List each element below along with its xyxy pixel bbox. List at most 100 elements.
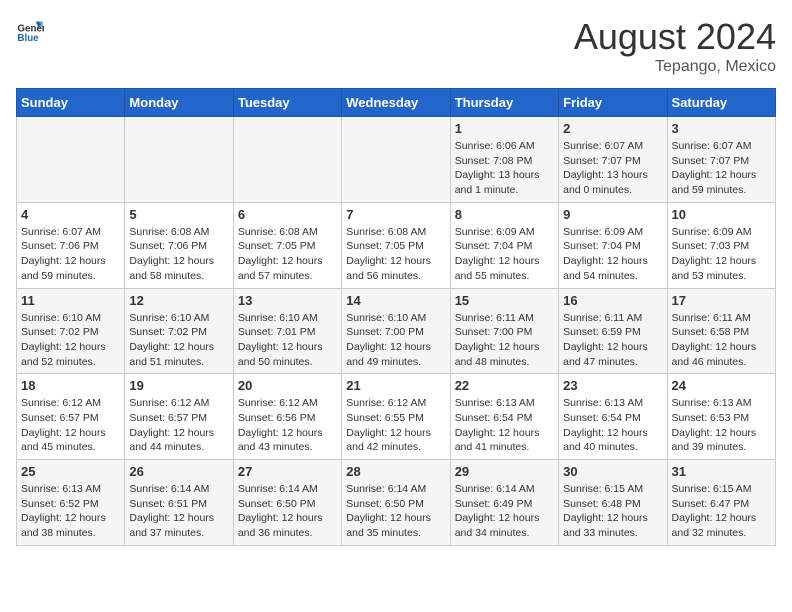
day-number: 18 bbox=[21, 378, 120, 393]
day-info: Sunrise: 6:07 AM Sunset: 7:07 PM Dayligh… bbox=[672, 139, 771, 198]
day-number: 13 bbox=[238, 293, 337, 308]
day-info: Sunrise: 6:12 AM Sunset: 6:56 PM Dayligh… bbox=[238, 396, 337, 455]
day-number: 14 bbox=[346, 293, 445, 308]
day-info: Sunrise: 6:12 AM Sunset: 6:57 PM Dayligh… bbox=[21, 396, 120, 455]
calendar-cell: 7Sunrise: 6:08 AM Sunset: 7:05 PM Daylig… bbox=[342, 202, 450, 288]
calendar-week-row: 18 Sunrise: 6:12 AM Sunset: 6:57 PM Dayli… bbox=[17, 374, 776, 460]
logo: General Blue bbox=[16, 16, 44, 44]
day-info: Sunrise: 6:13 AM Sunset: 6:54 PM Dayligh… bbox=[455, 396, 554, 455]
calendar-cell: 21 Sunrise: 6:12 AM Sunset: 6:55 PM Dayli… bbox=[342, 374, 450, 460]
calendar-cell: 11 Sunrise: 6:10 AM Sunset: 7:02 PM Dayli… bbox=[17, 288, 125, 374]
day-number: 8 bbox=[455, 207, 554, 222]
calendar-cell: 2 Sunrise: 6:07 AM Sunset: 7:07 PM Daylig… bbox=[559, 117, 667, 203]
calendar-cell: 13 Sunrise: 6:10 AM Sunset: 7:01 PM Dayli… bbox=[233, 288, 341, 374]
day-number: 30 bbox=[563, 464, 662, 479]
calendar-cell: 26 Sunrise: 6:14 AM Sunset: 6:51 PM Dayli… bbox=[125, 460, 233, 546]
calendar-cell: 23Sunrise: 6:13 AM Sunset: 6:54 PM Dayli… bbox=[559, 374, 667, 460]
day-info: Sunrise: 6:08 AM Sunset: 7:05 PM Dayligh… bbox=[238, 225, 337, 284]
day-info: Sunrise: 6:14 AM Sunset: 6:49 PM Dayligh… bbox=[455, 482, 554, 541]
calendar-cell: 28 Sunrise: 6:14 AM Sunset: 6:50 PM Dayli… bbox=[342, 460, 450, 546]
month-year: August 2024 bbox=[574, 16, 776, 58]
day-number: 17 bbox=[672, 293, 771, 308]
day-number: 20 bbox=[238, 378, 337, 393]
day-number: 10 bbox=[672, 207, 771, 222]
day-number: 1 bbox=[455, 121, 554, 136]
calendar-cell bbox=[233, 117, 341, 203]
calendar-cell: 25 Sunrise: 6:13 AM Sunset: 6:52 PM Dayli… bbox=[17, 460, 125, 546]
calendar-cell: 18 Sunrise: 6:12 AM Sunset: 6:57 PM Dayli… bbox=[17, 374, 125, 460]
day-info: Sunrise: 6:15 AM Sunset: 6:47 PM Dayligh… bbox=[672, 482, 771, 541]
calendar-cell: 27 Sunrise: 6:14 AM Sunset: 6:50 PM Dayli… bbox=[233, 460, 341, 546]
calendar-cell: 3 Sunrise: 6:07 AM Sunset: 7:07 PM Daylig… bbox=[667, 117, 775, 203]
day-info: Sunrise: 6:10 AM Sunset: 7:02 PM Dayligh… bbox=[129, 311, 228, 370]
day-info: Sunrise: 6:15 AM Sunset: 6:48 PM Dayligh… bbox=[563, 482, 662, 541]
calendar-cell: 9Sunrise: 6:09 AM Sunset: 7:04 PM Daylig… bbox=[559, 202, 667, 288]
location: Tepango, Mexico bbox=[574, 58, 776, 76]
day-info: Sunrise: 6:09 AM Sunset: 7:03 PM Dayligh… bbox=[672, 225, 771, 284]
day-number: 21 bbox=[346, 378, 445, 393]
day-number: 28 bbox=[346, 464, 445, 479]
day-info: Sunrise: 6:13 AM Sunset: 6:52 PM Dayligh… bbox=[21, 482, 120, 541]
day-number: 15 bbox=[455, 293, 554, 308]
day-info: Sunrise: 6:10 AM Sunset: 7:02 PM Dayligh… bbox=[21, 311, 120, 370]
day-info: Sunrise: 6:12 AM Sunset: 6:55 PM Dayligh… bbox=[346, 396, 445, 455]
day-number: 23 bbox=[563, 378, 662, 393]
day-info: Sunrise: 6:14 AM Sunset: 6:50 PM Dayligh… bbox=[346, 482, 445, 541]
day-info: Sunrise: 6:14 AM Sunset: 6:51 PM Dayligh… bbox=[129, 482, 228, 541]
day-number: 6 bbox=[238, 207, 337, 222]
day-info: Sunrise: 6:11 AM Sunset: 6:58 PM Dayligh… bbox=[672, 311, 771, 370]
calendar-cell: 12 Sunrise: 6:10 AM Sunset: 7:02 PM Dayli… bbox=[125, 288, 233, 374]
day-number: 22 bbox=[455, 378, 554, 393]
day-number: 29 bbox=[455, 464, 554, 479]
day-number: 11 bbox=[21, 293, 120, 308]
svg-text:Blue: Blue bbox=[17, 33, 39, 44]
day-info: Sunrise: 6:10 AM Sunset: 7:01 PM Dayligh… bbox=[238, 311, 337, 370]
day-number: 3 bbox=[672, 121, 771, 136]
calendar-cell: 20 Sunrise: 6:12 AM Sunset: 6:56 PM Dayli… bbox=[233, 374, 341, 460]
day-info: Sunrise: 6:06 AM Sunset: 7:08 PM Dayligh… bbox=[455, 139, 554, 198]
header-sunday: Sunday bbox=[17, 89, 125, 117]
day-info: Sunrise: 6:11 AM Sunset: 6:59 PM Dayligh… bbox=[563, 311, 662, 370]
calendar-week-row: 4Sunrise: 6:07 AM Sunset: 7:06 PM Daylig… bbox=[17, 202, 776, 288]
header-tuesday: Tuesday bbox=[233, 89, 341, 117]
calendar-cell: 14Sunrise: 6:10 AM Sunset: 7:00 PM Dayli… bbox=[342, 288, 450, 374]
day-info: Sunrise: 6:07 AM Sunset: 7:06 PM Dayligh… bbox=[21, 225, 120, 284]
calendar-table: Sunday Monday Tuesday Wednesday Thursday… bbox=[16, 88, 776, 546]
day-info: Sunrise: 6:13 AM Sunset: 6:53 PM Dayligh… bbox=[672, 396, 771, 455]
day-number: 5 bbox=[129, 207, 228, 222]
day-number: 27 bbox=[238, 464, 337, 479]
day-info: Sunrise: 6:12 AM Sunset: 6:57 PM Dayligh… bbox=[129, 396, 228, 455]
calendar-cell bbox=[17, 117, 125, 203]
calendar-cell: 1 Sunrise: 6:06 AM Sunset: 7:08 PM Daylig… bbox=[450, 117, 558, 203]
day-number: 25 bbox=[21, 464, 120, 479]
calendar-week-row: 11 Sunrise: 6:10 AM Sunset: 7:02 PM Dayli… bbox=[17, 288, 776, 374]
title-block: August 2024 Tepango, Mexico bbox=[574, 16, 776, 76]
logo-icon: General Blue bbox=[16, 16, 44, 44]
calendar-cell bbox=[125, 117, 233, 203]
header-friday: Friday bbox=[559, 89, 667, 117]
calendar-cell: 4Sunrise: 6:07 AM Sunset: 7:06 PM Daylig… bbox=[17, 202, 125, 288]
calendar-week-row: 1 Sunrise: 6:06 AM Sunset: 7:08 PM Daylig… bbox=[17, 117, 776, 203]
calendar-cell: 22 Sunrise: 6:13 AM Sunset: 6:54 PM Dayli… bbox=[450, 374, 558, 460]
day-number: 2 bbox=[563, 121, 662, 136]
calendar-cell: 24Sunrise: 6:13 AM Sunset: 6:53 PM Dayli… bbox=[667, 374, 775, 460]
day-number: 31 bbox=[672, 464, 771, 479]
calendar-week-row: 25 Sunrise: 6:13 AM Sunset: 6:52 PM Dayli… bbox=[17, 460, 776, 546]
day-info: Sunrise: 6:09 AM Sunset: 7:04 PM Dayligh… bbox=[455, 225, 554, 284]
day-number: 12 bbox=[129, 293, 228, 308]
day-info: Sunrise: 6:07 AM Sunset: 7:07 PM Dayligh… bbox=[563, 139, 662, 198]
day-info: Sunrise: 6:08 AM Sunset: 7:05 PM Dayligh… bbox=[346, 225, 445, 284]
calendar-cell: 15Sunrise: 6:11 AM Sunset: 7:00 PM Dayli… bbox=[450, 288, 558, 374]
day-number: 26 bbox=[129, 464, 228, 479]
calendar-cell: 16Sunrise: 6:11 AM Sunset: 6:59 PM Dayli… bbox=[559, 288, 667, 374]
calendar-cell: 19 Sunrise: 6:12 AM Sunset: 6:57 PM Dayli… bbox=[125, 374, 233, 460]
day-info: Sunrise: 6:08 AM Sunset: 7:06 PM Dayligh… bbox=[129, 225, 228, 284]
page-header: General Blue August 2024 Tepango, Mexico bbox=[16, 16, 776, 76]
day-number: 9 bbox=[563, 207, 662, 222]
day-info: Sunrise: 6:14 AM Sunset: 6:50 PM Dayligh… bbox=[238, 482, 337, 541]
day-number: 19 bbox=[129, 378, 228, 393]
calendar-cell: 10 Sunrise: 6:09 AM Sunset: 7:03 PM Dayli… bbox=[667, 202, 775, 288]
calendar-cell: 8 Sunrise: 6:09 AM Sunset: 7:04 PM Daylig… bbox=[450, 202, 558, 288]
calendar-header-row: Sunday Monday Tuesday Wednesday Thursday… bbox=[17, 89, 776, 117]
calendar-cell: 5 Sunrise: 6:08 AM Sunset: 7:06 PM Daylig… bbox=[125, 202, 233, 288]
